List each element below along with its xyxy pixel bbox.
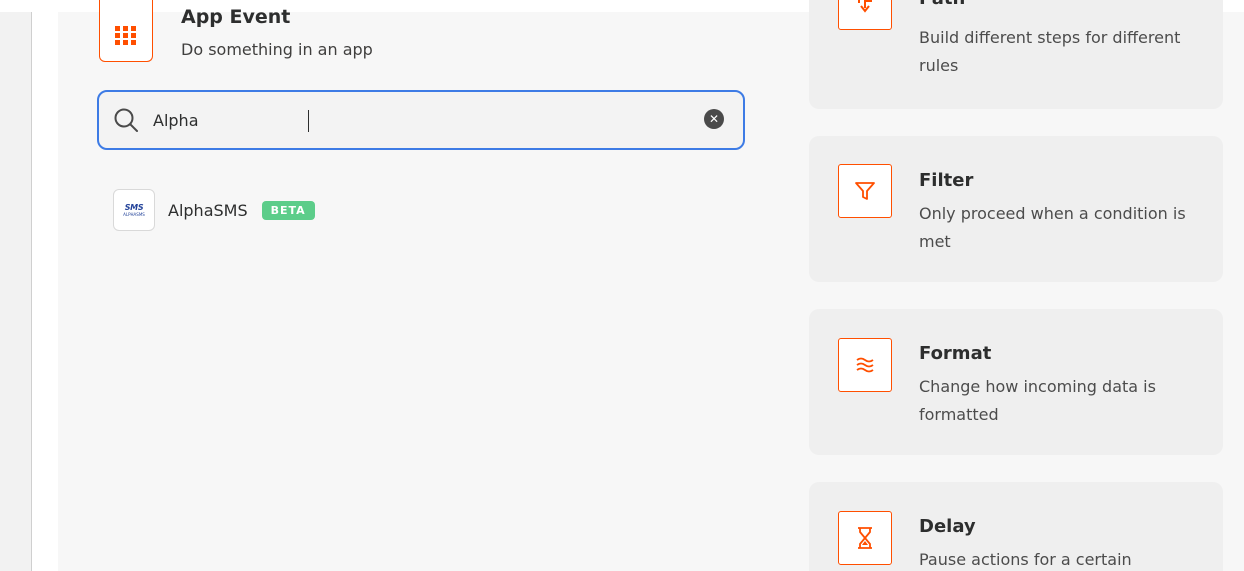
beta-badge: BETA (261, 200, 315, 220)
tool-title-path: Path (919, 0, 965, 9)
text-caret (308, 110, 309, 132)
logo-text: SMS (124, 202, 144, 212)
search-box[interactable]: ✕ (97, 90, 745, 150)
tool-title-delay: Delay (919, 516, 976, 537)
path-icon (858, 0, 872, 13)
result-name: AlphaSMS (168, 200, 248, 220)
format-icon (856, 357, 874, 373)
grid-icon (115, 25, 136, 45)
tool-title-format: Format (919, 343, 992, 364)
tool-desc-filter: Only proceed when a condition is met (919, 204, 1186, 251)
left-rail (0, 12, 31, 571)
tool-card-path[interactable]: Path Build different steps for different… (809, 0, 1223, 109)
tool-title-filter: Filter (919, 170, 974, 191)
alphasms-logo: SMS ALPHASMS (113, 189, 155, 231)
hourglass-icon-box (838, 511, 892, 565)
search-icon (114, 108, 138, 132)
path-icon-box (838, 0, 892, 30)
app-event-title[interactable]: App Event (181, 6, 290, 28)
tool-desc-path: Build different steps for different rule… (919, 28, 1181, 75)
app-event-icon-box[interactable] (99, 0, 153, 62)
tool-desc-delay: Pause actions for a certain (919, 550, 1132, 569)
filter-icon-box (838, 164, 892, 218)
app-event-subtitle: Do something in an app (181, 40, 373, 59)
format-icon-box (838, 338, 892, 392)
tool-desc-format: Change how incoming data is formatted (919, 377, 1156, 424)
gutter (32, 12, 58, 571)
tool-card-delay[interactable]: Delay Pause actions for a certain (809, 482, 1223, 571)
filter-icon (855, 182, 875, 200)
tool-card-filter[interactable]: Filter Only proceed when a condition is … (809, 136, 1223, 282)
search-input[interactable] (153, 106, 673, 134)
hourglass-icon (858, 527, 872, 549)
logo-subtext: ALPHASMS (123, 211, 145, 217)
tool-card-format[interactable]: Format Change how incoming data is forma… (809, 309, 1223, 455)
clear-icon[interactable]: ✕ (704, 109, 724, 129)
search-result-item[interactable]: SMS ALPHASMS AlphaSMS BETA (113, 188, 513, 232)
